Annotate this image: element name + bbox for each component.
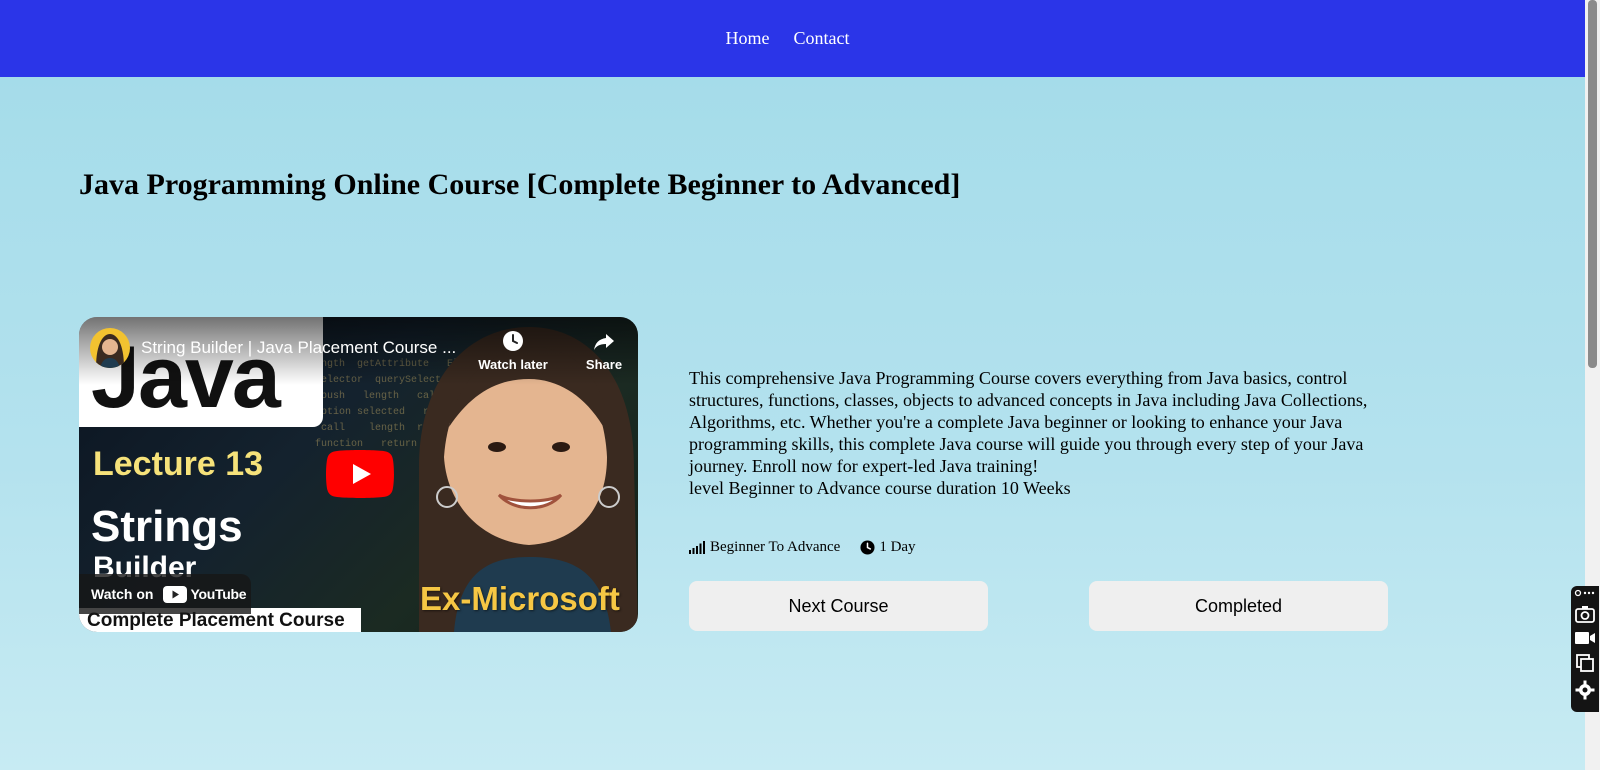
camera-icon[interactable] (1575, 605, 1595, 623)
youtube-logo-text: YouTube (190, 586, 247, 602)
completed-button[interactable]: Completed (1089, 581, 1388, 631)
signal-icon (689, 541, 705, 554)
scrollbar-thumb[interactable] (1588, 0, 1597, 368)
next-course-button[interactable]: Next Course (689, 581, 988, 631)
nav-link-contact[interactable]: Contact (794, 28, 850, 49)
course-level-duration: level Beginner to Advance course duratio… (689, 478, 1071, 498)
course-description: This comprehensive Java Programming Cour… (689, 368, 1368, 476)
clock-icon (860, 540, 875, 555)
nav-link-home[interactable]: Home (726, 28, 770, 49)
gear-icon[interactable] (1575, 680, 1595, 700)
video-player[interactable]: length getAttribute ElementsByName .filt… (79, 317, 638, 632)
page-title: Java Programming Online Course [Complete… (79, 168, 961, 201)
watch-later-button[interactable]: Watch later (473, 329, 553, 372)
level-label: Beginner To Advance (710, 539, 841, 555)
link-icon[interactable] (1574, 588, 1596, 598)
video-title[interactable]: String Builder | Java Placement Course .… (141, 338, 471, 358)
course-meta: Beginner To Advance 1 Day (689, 539, 916, 556)
watch-on-label: Watch on (91, 586, 154, 602)
side-toolbar (1571, 586, 1599, 712)
youtube-logo-icon (163, 585, 188, 603)
clock-icon (503, 331, 523, 351)
navbar: Home Contact (0, 0, 1585, 77)
share-label: Share (585, 357, 623, 372)
thumbnail-strings-text: Strings (91, 502, 243, 551)
course-description-block: This comprehensive Java Programming Cour… (689, 367, 1389, 499)
thumbnail-exms-text: Ex-Microsoft (420, 580, 620, 617)
share-button[interactable]: Share (564, 329, 638, 372)
thumbnail-lecture-text: Lecture 13 (93, 445, 264, 483)
youtube-logo: YouTube (163, 585, 247, 603)
duration-badge: 1 Day (860, 539, 916, 556)
video-icon[interactable] (1574, 630, 1596, 646)
play-icon[interactable] (326, 450, 394, 498)
level-badge: Beginner To Advance (689, 539, 840, 556)
duration-label: 1 Day (879, 539, 916, 555)
share-icon (594, 334, 614, 350)
copy-icon[interactable] (1575, 653, 1595, 673)
channel-avatar[interactable] (90, 328, 130, 368)
watch-later-label: Watch later (478, 357, 548, 372)
watch-on-youtube-button[interactable]: Watch on YouTube (79, 574, 251, 614)
